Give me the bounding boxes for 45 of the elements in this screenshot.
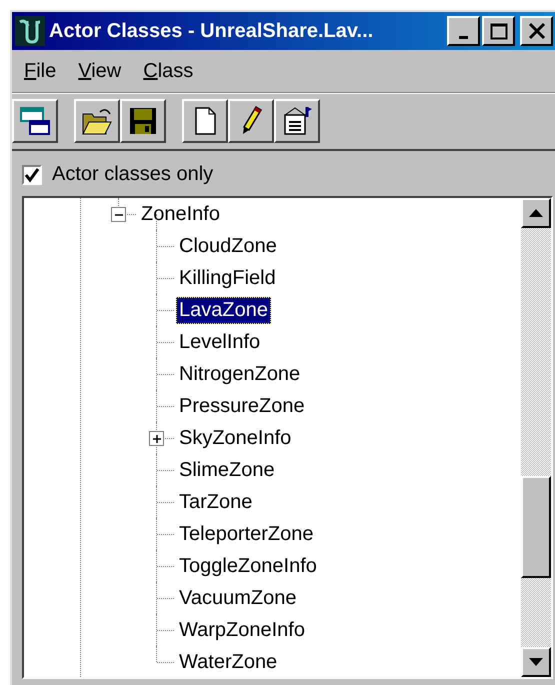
edit-button[interactable] — [228, 99, 274, 143]
toolbar-button[interactable] — [12, 99, 58, 143]
app-icon — [15, 16, 45, 46]
minimize-button[interactable] — [447, 16, 480, 46]
checkbox[interactable] — [22, 164, 42, 184]
tree-item[interactable]: KillingField — [176, 264, 279, 292]
tree-item[interactable]: TarZone — [176, 488, 256, 516]
up-arrow-icon — [529, 209, 543, 217]
menu-item[interactable]: View — [78, 60, 122, 82]
scrollbar[interactable] — [521, 198, 551, 677]
tree-item[interactable]: PressureZone — [176, 392, 308, 420]
minimize-icon — [459, 36, 468, 38]
tree-item[interactable]: WarpZoneInfo — [176, 616, 308, 644]
scroll-thumb[interactable] — [521, 476, 551, 578]
scroll-down-button[interactable] — [521, 647, 551, 677]
menu-item[interactable]: Class — [143, 60, 194, 82]
menu-item[interactable]: File — [24, 60, 56, 82]
tree-item[interactable]: NitrogenZone — [176, 360, 304, 388]
checkbox-label: Actor classes only — [52, 163, 214, 186]
collapse-button[interactable] — [111, 207, 126, 222]
down-arrow-icon — [529, 658, 543, 666]
open-button[interactable] — [74, 99, 120, 143]
tree-item[interactable]: SlimeZone — [176, 456, 278, 484]
tree-item[interactable]: TeleporterZone — [176, 520, 317, 548]
tree-item[interactable]: LevelInfo — [176, 328, 264, 356]
maximize-icon — [490, 22, 508, 40]
close-button[interactable] — [520, 16, 553, 46]
expand-button[interactable] — [149, 431, 164, 446]
windows-icon — [18, 104, 52, 138]
tree-item[interactable]: CloudZone — [176, 232, 280, 260]
scroll-up-button[interactable] — [521, 198, 551, 228]
tree-item[interactable]: VacuumZone — [176, 584, 300, 612]
new-button[interactable] — [182, 99, 228, 143]
tree-item[interactable]: ToggleZoneInfo — [176, 552, 320, 580]
tree-item[interactable]: LavaZone — [176, 296, 271, 324]
tree-item[interactable]: ZoneInfo — [138, 200, 223, 228]
properties-button[interactable] — [274, 99, 320, 143]
tree-item[interactable]: WaterZone — [176, 648, 280, 676]
maximize-button[interactable] — [482, 16, 515, 46]
window-title: Actor Classes - UnrealShare.Lav... — [49, 20, 374, 42]
save-button[interactable] — [120, 99, 166, 143]
plus-icon — [152, 434, 162, 444]
close-icon — [528, 22, 546, 40]
tree-item[interactable]: SkyZoneInfo — [176, 424, 294, 452]
checkmark-icon — [24, 166, 40, 182]
